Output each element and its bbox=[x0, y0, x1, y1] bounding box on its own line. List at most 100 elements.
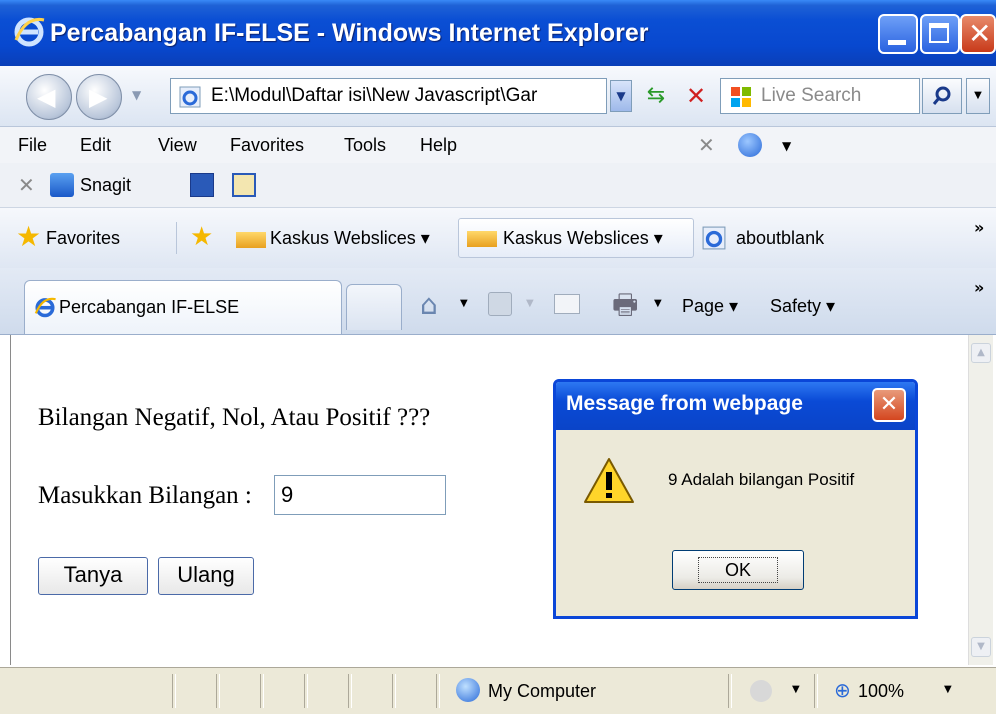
chevron-down-icon[interactable]: ▼ bbox=[654, 298, 662, 309]
window-title: Percabangan IF-ELSE - Windows Internet E… bbox=[50, 19, 649, 47]
menu-view[interactable]: View bbox=[158, 127, 197, 163]
number-input[interactable] bbox=[274, 475, 446, 515]
chevron-down-icon: ▼ bbox=[526, 298, 534, 309]
reset-button[interactable]: Ulang bbox=[158, 557, 254, 595]
close-toolbar-icon[interactable]: ✕ bbox=[18, 173, 35, 197]
scroll-down-icon[interactable]: ▼ bbox=[971, 637, 991, 657]
favorites-item-kaskus-webslices[interactable]: Kaskus Webslices ▾ bbox=[270, 208, 430, 268]
status-divider bbox=[260, 674, 264, 708]
menu-tools[interactable]: Tools bbox=[344, 127, 386, 163]
print-icon[interactable]: 🖶 bbox=[612, 288, 638, 322]
refresh-button[interactable]: ⇆ bbox=[640, 80, 672, 112]
menu-favorites[interactable]: Favorites bbox=[230, 127, 304, 163]
forward-button[interactable]: ▶ bbox=[76, 74, 122, 120]
search-options-button[interactable]: ▼ bbox=[966, 78, 990, 114]
chevron-more-icon[interactable]: » bbox=[974, 218, 984, 237]
vertical-scrollbar[interactable]: ▲ ▼ bbox=[968, 335, 993, 665]
read-mail-icon[interactable] bbox=[554, 294, 580, 314]
minimize-icon bbox=[888, 40, 906, 45]
dialog-message: 9 Adalah bilangan Positif bbox=[668, 470, 855, 489]
page-menu-button[interactable]: Page ▾ bbox=[682, 286, 738, 326]
magnifier-icon bbox=[932, 86, 951, 105]
status-bar: My Computer ▼ ⊕ 100% ▼ bbox=[0, 667, 996, 714]
address-bar[interactable]: E:\Modul\Daftar isi\New Javascript\Gar bbox=[170, 78, 607, 114]
status-divider bbox=[348, 674, 352, 708]
recent-pages-dropdown-icon[interactable]: ▼ bbox=[132, 88, 141, 102]
chevron-down-icon: ▼ bbox=[616, 89, 626, 103]
alert-dialog: Message from webpage ✕ 9 Adalah bilangan… bbox=[553, 379, 918, 619]
search-button[interactable] bbox=[922, 78, 962, 114]
computer-icon bbox=[456, 678, 480, 702]
scroll-up-icon[interactable]: ▲ bbox=[971, 343, 991, 363]
status-divider bbox=[728, 674, 732, 708]
messenger-icon[interactable] bbox=[738, 133, 762, 157]
page-heading: Bilangan Negatif, Nol, Atau Positif ??? bbox=[38, 404, 431, 431]
safety-menu-button[interactable]: Safety ▾ bbox=[770, 286, 835, 326]
feeds-icon[interactable] bbox=[488, 292, 512, 316]
stop-button[interactable]: ✕ bbox=[680, 80, 712, 112]
snagit-icon[interactable] bbox=[50, 173, 74, 197]
internet-explorer-icon bbox=[14, 17, 45, 47]
separator bbox=[176, 222, 177, 254]
snagit-capture-icon[interactable] bbox=[190, 173, 214, 197]
search-box[interactable]: Live Search bbox=[720, 78, 920, 114]
page-icon bbox=[179, 86, 201, 108]
chevron-down-icon[interactable]: ▼ bbox=[792, 684, 800, 695]
ask-button[interactable]: Tanya bbox=[38, 557, 148, 595]
chevron-down-icon[interactable]: ▼ bbox=[460, 298, 468, 309]
snagit-toolbar: ✕ Snagit bbox=[0, 163, 996, 208]
status-divider bbox=[436, 674, 440, 708]
back-button[interactable]: ◀ bbox=[26, 74, 72, 120]
tab-label: Percabangan IF-ELSE bbox=[59, 297, 240, 317]
kaskus-webslices-highlight[interactable]: Kaskus Webslices ▾ bbox=[458, 218, 694, 258]
page-icon bbox=[702, 226, 726, 250]
search-input[interactable]: Live Search bbox=[761, 79, 861, 113]
close-icon: ✕ bbox=[879, 392, 899, 417]
chevron-down-icon[interactable]: ▼ bbox=[782, 139, 791, 153]
dialog-titlebar[interactable]: Message from webpage ✕ bbox=[556, 382, 915, 430]
maximize-button[interactable] bbox=[920, 14, 960, 54]
ok-button[interactable]: OK bbox=[672, 550, 804, 590]
tab-percabangan[interactable]: Percabangan IF-ELSE bbox=[24, 280, 342, 334]
close-window-button[interactable]: ✕ bbox=[960, 14, 996, 54]
status-divider bbox=[172, 674, 176, 708]
favorites-item-kaskus-webslices-2[interactable]: Kaskus Webslices ▾ bbox=[503, 219, 663, 257]
navigation-bar: ◀ ▶ ▼ E:\Modul\Daftar isi\New Javascript… bbox=[0, 66, 996, 127]
new-tab-button[interactable] bbox=[346, 284, 402, 330]
favorites-star-icon: ★ bbox=[16, 220, 42, 253]
back-arrow-icon: ◀ bbox=[37, 83, 56, 111]
add-to-favorites-icon[interactable]: ★ bbox=[190, 222, 213, 252]
zoom-level[interactable]: 100% bbox=[858, 668, 904, 714]
menu-bar: File Edit View Favorites Tools Help ✕ ▼ bbox=[0, 127, 996, 163]
forward-arrow-icon: ▶ bbox=[89, 83, 108, 111]
dialog-close-button[interactable]: ✕ bbox=[872, 388, 906, 422]
ok-label: OK bbox=[697, 557, 778, 583]
protected-mode-icon[interactable] bbox=[750, 680, 772, 702]
snagit-label[interactable]: Snagit bbox=[80, 163, 131, 207]
window-titlebar[interactable]: Percabangan IF-ELSE - Windows Internet E… bbox=[0, 0, 996, 66]
refresh-icon: ⇆ bbox=[646, 83, 666, 108]
webslice-icon bbox=[467, 231, 497, 247]
menu-edit[interactable]: Edit bbox=[80, 127, 111, 163]
zoom-icon[interactable]: ⊕ bbox=[834, 678, 851, 702]
live-search-icon bbox=[731, 87, 751, 107]
status-divider bbox=[814, 674, 818, 708]
home-icon[interactable]: ⌂ bbox=[420, 288, 438, 322]
favorites-item-aboutblank[interactable]: aboutblank bbox=[736, 208, 824, 268]
favorites-button[interactable]: Favorites bbox=[46, 208, 120, 268]
minimize-button[interactable] bbox=[878, 14, 918, 54]
favorites-bar: ★ Favorites ★ Kaskus Webslices ▾ Kaskus … bbox=[0, 208, 996, 268]
snagit-editor-icon[interactable] bbox=[232, 173, 256, 197]
tab-bar: Percabangan IF-ELSE ⌂ ▼ ▼ 🖶 ▼ Page ▾ Saf… bbox=[0, 268, 996, 335]
menu-help[interactable]: Help bbox=[420, 127, 457, 163]
address-dropdown-button[interactable]: ▼ bbox=[610, 80, 632, 112]
chevron-down-icon[interactable]: ▼ bbox=[944, 684, 952, 695]
close-toolbar-icon[interactable]: ✕ bbox=[698, 133, 715, 157]
input-label: Masukkan Bilangan : bbox=[38, 482, 252, 509]
chevron-more-icon[interactable]: » bbox=[974, 278, 984, 297]
webslice-icon bbox=[236, 232, 266, 248]
warning-icon bbox=[584, 458, 634, 503]
menu-file[interactable]: File bbox=[18, 127, 47, 163]
status-divider bbox=[216, 674, 220, 708]
address-text[interactable]: E:\Modul\Daftar isi\New Javascript\Gar bbox=[211, 79, 571, 113]
